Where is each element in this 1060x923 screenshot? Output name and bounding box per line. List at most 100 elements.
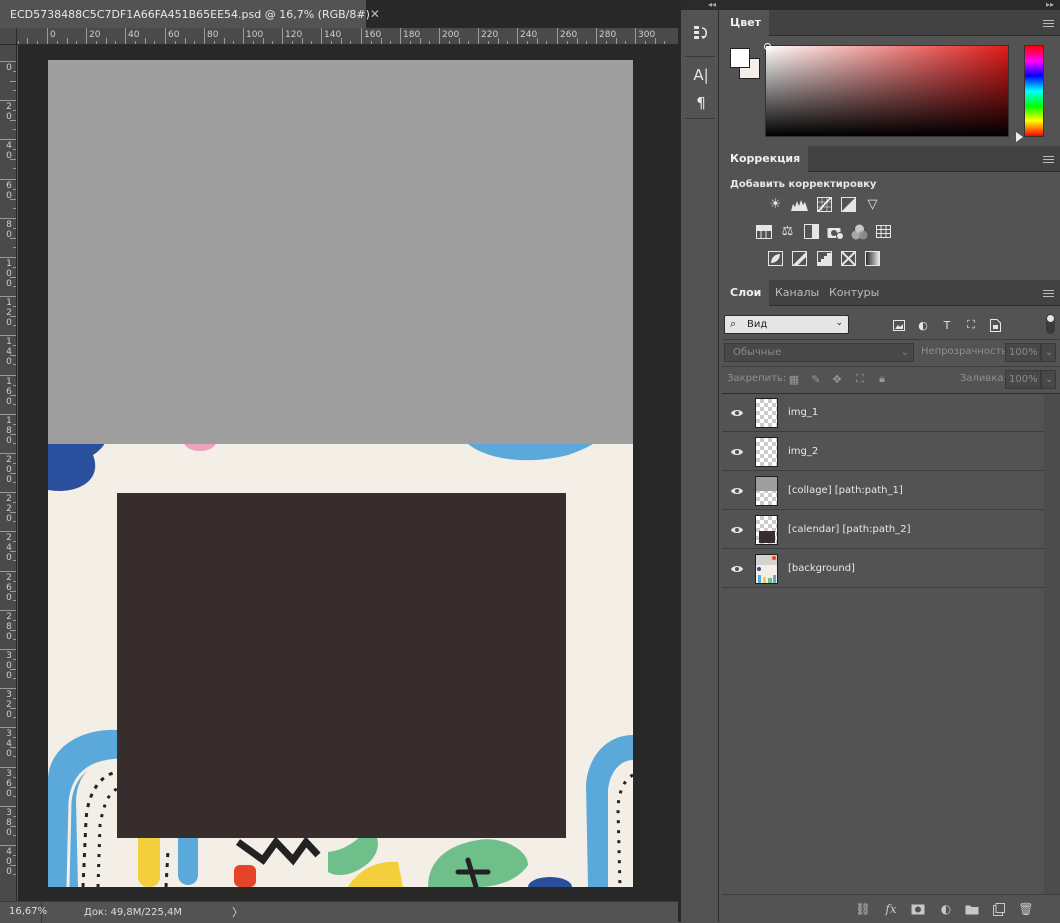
lock-position-icon[interactable]: ✥ xyxy=(830,372,844,386)
visibility-eye-icon[interactable] xyxy=(730,523,744,537)
layer-row[interactable]: img_2 xyxy=(722,433,1044,471)
visibility-eye-icon[interactable] xyxy=(730,562,744,576)
layer-row[interactable]: [background] xyxy=(722,550,1044,588)
color-lookup-icon[interactable] xyxy=(875,224,892,239)
add-mask-icon[interactable] xyxy=(910,901,926,917)
adjustments-heading: Добавить корректировку xyxy=(730,179,877,190)
ruler-label: 200 xyxy=(6,455,12,485)
opacity-input[interactable]: 100% xyxy=(1005,343,1041,362)
filter-shape-icon[interactable]: ⛶ xyxy=(964,318,978,332)
hue-slider-handle[interactable] xyxy=(1016,132,1023,142)
photo-filter-icon[interactable] xyxy=(827,224,844,239)
calendar-placeholder[interactable] xyxy=(117,493,566,838)
filter-type-icon[interactable]: T xyxy=(940,318,954,332)
layer-row[interactable]: [calendar] [path:path_2] xyxy=(722,511,1044,549)
vertical-ruler: 0 20 40 60 80 100 120 140 160 180 200 220 240 260 280 3… xyxy=(0,45,17,901)
hue-slider[interactable] xyxy=(1024,45,1044,137)
posterize-icon[interactable] xyxy=(791,251,808,266)
paragraph-icon[interactable]: ¶ xyxy=(689,92,713,114)
layers-scrollbar[interactable] xyxy=(1044,394,1060,894)
ruler-minor-tick xyxy=(10,787,16,788)
new-layer-icon[interactable] xyxy=(991,901,1007,917)
filter-pixel-icon[interactable] xyxy=(892,318,906,332)
adjustment-layer-icon[interactable]: ◐ xyxy=(938,901,954,917)
color-spectrum-field[interactable] xyxy=(765,45,1009,137)
levels-icon[interactable] xyxy=(791,197,808,212)
visibility-eye-icon[interactable] xyxy=(730,445,744,459)
filter-toggle[interactable] xyxy=(1046,314,1055,334)
ruler-minor-tick xyxy=(13,482,16,483)
layer-row[interactable]: img_1 xyxy=(722,394,1044,432)
fx-icon[interactable]: fx xyxy=(883,901,899,917)
collapse-panels-grip[interactable]: ▸▸ xyxy=(720,0,1060,10)
ruler-minor-tick xyxy=(10,355,16,356)
chevron-down-icon: ⌄ xyxy=(900,347,909,358)
tab-channels[interactable]: Каналы xyxy=(767,280,827,306)
lock-transparent-pixels-icon[interactable]: ▦ xyxy=(787,372,801,386)
ruler-major-tick xyxy=(86,28,87,44)
status-menu-arrow-icon[interactable]: 〉 xyxy=(232,904,243,920)
selective-color-icon[interactable] xyxy=(840,251,857,266)
ruler-minor-tick xyxy=(13,717,16,718)
lock-artboard-icon[interactable]: ⛶ xyxy=(853,372,867,386)
ruler-label: 180 xyxy=(6,416,12,446)
blend-mode-select[interactable]: Обычные ⌄ xyxy=(724,343,914,362)
chevron-down-icon[interactable]: ⌄ xyxy=(1041,370,1056,389)
layer-row[interactable]: [collage] [path:path_1] xyxy=(722,472,1044,510)
ruler-minor-tick xyxy=(10,826,16,827)
document-tab[interactable]: ECD5738488C5C7DF1A66FA451B65EE54.psd @ 1… xyxy=(0,0,380,28)
adjustments-panel-menu-icon[interactable] xyxy=(1043,156,1054,163)
exposure-icon[interactable] xyxy=(840,197,857,212)
curves-icon[interactable] xyxy=(816,197,833,212)
ruler-minor-tick xyxy=(10,81,16,82)
black-white-icon[interactable] xyxy=(803,224,820,239)
ruler-origin[interactable] xyxy=(0,28,17,45)
close-tab-icon[interactable]: ✕ xyxy=(370,7,380,21)
tab-adjustments[interactable]: Коррекция xyxy=(722,146,809,172)
visibility-eye-icon[interactable] xyxy=(730,484,744,498)
collapse-toolstrip-grip[interactable]: ◂◂ xyxy=(681,0,720,10)
ruler-minor-tick xyxy=(13,443,16,444)
ruler-minor-tick xyxy=(498,38,499,44)
color-panel-menu-icon[interactable] xyxy=(1043,20,1054,27)
zoom-level[interactable]: 16,67% xyxy=(0,901,47,923)
collage-placeholder[interactable] xyxy=(48,60,633,444)
hue-saturation-icon[interactable] xyxy=(755,224,772,239)
ruler-minor-tick xyxy=(194,41,195,44)
document-tab-title: ECD5738488C5C7DF1A66FA451B65EE54.psd @ 1… xyxy=(10,7,370,21)
vibrance-icon[interactable]: ▽ xyxy=(864,197,881,212)
brightness-contrast-icon[interactable]: ☀ xyxy=(767,197,784,212)
layer-filter-select[interactable]: ⌕ Вид ⌄ xyxy=(724,315,849,334)
color-balance-icon[interactable]: ⚖ xyxy=(779,224,796,239)
character-icon[interactable]: A| xyxy=(689,64,713,86)
ruler-minor-tick xyxy=(13,659,16,660)
link-layers-icon[interactable]: ⛓ xyxy=(855,901,871,917)
document-canvas[interactable] xyxy=(48,60,633,887)
ruler-label: 180 xyxy=(403,30,421,40)
channel-mixer-icon[interactable] xyxy=(851,224,868,239)
ruler-major-tick xyxy=(0,61,16,62)
tab-paths[interactable]: Контуры xyxy=(821,280,887,306)
filter-smart-object-icon[interactable] xyxy=(988,318,1002,332)
delete-layer-icon[interactable]: 🗑︎ xyxy=(1018,901,1034,917)
lock-all-icon[interactable]: 🔒︎ xyxy=(875,372,889,386)
new-group-icon[interactable] xyxy=(964,901,980,917)
chevron-down-icon[interactable]: ⌄ xyxy=(1041,343,1056,362)
tab-color[interactable]: Цвет xyxy=(722,10,770,36)
gradient-map-icon[interactable] xyxy=(864,251,881,266)
fill-input[interactable]: 100% xyxy=(1005,370,1041,389)
invert-icon[interactable] xyxy=(767,251,784,266)
visibility-eye-icon[interactable] xyxy=(730,406,744,420)
ruler-minor-tick xyxy=(263,38,264,44)
filter-adjustment-icon[interactable]: ◐ xyxy=(916,318,930,332)
foreground-color-swatch[interactable] xyxy=(730,48,750,68)
ruler-minor-tick xyxy=(27,38,28,44)
color-picker-cursor[interactable] xyxy=(764,43,771,50)
ruler-minor-tick xyxy=(13,502,16,503)
lock-image-pixels-icon[interactable]: ✎ xyxy=(809,372,823,386)
threshold-icon[interactable] xyxy=(816,251,833,266)
history-icon[interactable] xyxy=(689,22,713,44)
layers-panel-menu-icon[interactable] xyxy=(1043,290,1054,297)
tab-layers[interactable]: Слои xyxy=(722,280,770,306)
ruler-major-tick xyxy=(400,28,401,44)
